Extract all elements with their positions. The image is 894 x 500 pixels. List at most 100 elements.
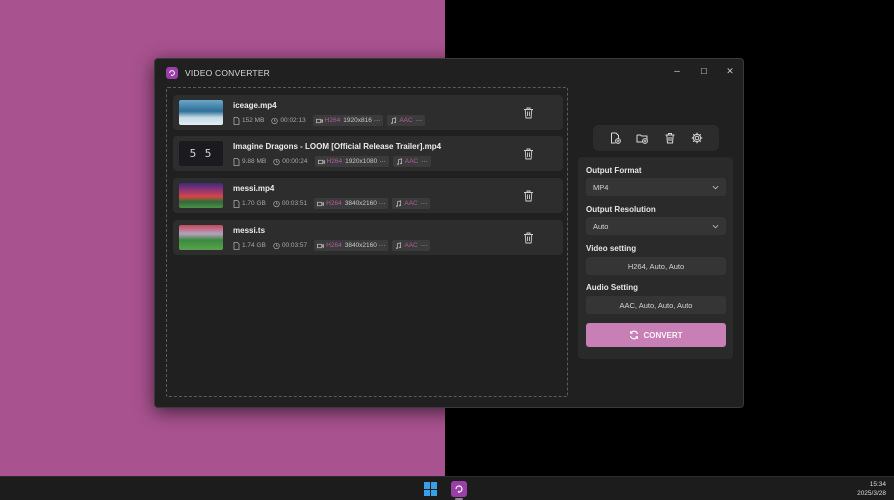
convert-label: CONVERT xyxy=(643,330,683,340)
duration-clock-icon xyxy=(273,200,280,208)
file-list-item[interactable]: iceage.mp4 152 MB 00:02:13 H264 1920x816… xyxy=(173,95,563,130)
more-icon: ··· xyxy=(378,242,386,249)
file-size: 1.74 GB xyxy=(242,242,266,249)
clear-list-icon xyxy=(665,133,675,144)
audio-setting-label: Audio Setting xyxy=(586,283,638,292)
video-thumbnail xyxy=(179,100,223,125)
video-thumbnail xyxy=(179,183,223,208)
video-stream-chip[interactable]: H264 1920x1080 ··· xyxy=(314,156,389,167)
output-resolution-value: Auto xyxy=(593,221,609,231)
file-duration: 00:02:13 xyxy=(280,117,306,124)
duration-clock-icon xyxy=(273,242,280,250)
video-camera-icon xyxy=(317,158,325,166)
video-resolution: 3840x2160 xyxy=(344,242,377,249)
chevron-down-icon xyxy=(712,224,719,228)
settings-gear-icon xyxy=(692,132,703,144)
delete-file-button[interactable] xyxy=(523,189,535,202)
file-size: 152 MB xyxy=(242,117,265,124)
delete-file-button[interactable] xyxy=(523,106,535,119)
settings-button[interactable] xyxy=(689,130,705,146)
app-logo-icon xyxy=(166,67,178,79)
app-window: VIDEO CONVERTER – ☐ ✕ iceage.mp4 152 MB … xyxy=(154,58,744,408)
music-note-icon xyxy=(396,157,403,166)
minimize-button[interactable]: – xyxy=(664,62,690,80)
convert-refresh-icon xyxy=(630,330,639,340)
video-setting-button[interactable]: H264, Auto, Auto xyxy=(586,257,726,275)
audio-stream-chip[interactable]: AAC ··· xyxy=(387,115,426,126)
file-drop-zone[interactable]: iceage.mp4 152 MB 00:02:13 H264 1920x816… xyxy=(166,87,568,397)
trash-icon xyxy=(524,232,533,244)
more-icon: ··· xyxy=(420,242,428,249)
video-codec: H264 xyxy=(326,242,342,249)
clear-list-button[interactable] xyxy=(662,130,678,146)
audio-codec: AAC xyxy=(399,117,413,124)
video-camera-icon xyxy=(317,242,325,250)
video-camera-icon xyxy=(315,117,323,125)
output-format-label: Output Format xyxy=(586,166,642,175)
video-thumbnail xyxy=(179,225,223,250)
video-stream-chip[interactable]: H264 3840x2160 ··· xyxy=(314,240,389,251)
title-bar[interactable]: VIDEO CONVERTER – ☐ ✕ xyxy=(155,59,743,87)
chevron-down-icon xyxy=(712,185,719,189)
video-stream-chip[interactable]: H264 1920x816 ··· xyxy=(312,115,384,126)
trash-icon xyxy=(524,148,533,160)
file-meta: 152 MB 00:02:13 H264 1920x816 ··· AAC ··… xyxy=(233,115,429,126)
convert-button[interactable]: CONVERT xyxy=(586,323,726,347)
taskbar: 15:34 2025/3/28 xyxy=(0,476,894,500)
video-codec: H264 xyxy=(324,117,341,124)
output-resolution-label: Output Resolution xyxy=(586,205,656,214)
audio-stream-chip[interactable]: AAC ··· xyxy=(392,156,431,167)
file-name: messi.ts xyxy=(233,226,266,235)
file-list-item[interactable]: messi.mp4 1.70 GB 00:03:51 H264 3840x216… xyxy=(173,178,563,213)
file-size-icon xyxy=(233,241,240,250)
clock-date: 2025/3/28 xyxy=(857,490,886,497)
video-resolution: 3840x2160 xyxy=(344,200,377,207)
music-note-icon xyxy=(395,199,402,208)
more-icon: ··· xyxy=(415,117,423,124)
close-button[interactable]: ✕ xyxy=(717,62,743,80)
video-stream-chip[interactable]: H264 3840x2160 ··· xyxy=(314,198,389,209)
duration-clock-icon xyxy=(271,117,279,125)
file-name: messi.mp4 xyxy=(233,184,275,193)
file-list-item[interactable]: messi.ts 1.74 GB 00:03:57 H264 3840x2160… xyxy=(173,220,563,255)
add-folder-icon xyxy=(636,134,649,144)
delete-file-button[interactable] xyxy=(523,231,535,244)
app-title: VIDEO CONVERTER xyxy=(185,68,271,78)
audio-stream-chip[interactable]: AAC ··· xyxy=(392,240,431,251)
system-clock[interactable]: 15:34 2025/3/28 xyxy=(857,480,886,498)
file-size-icon xyxy=(233,116,240,125)
video-camera-icon xyxy=(317,200,325,208)
output-resolution-select[interactable]: Auto xyxy=(586,217,726,235)
add-file-button[interactable] xyxy=(607,130,623,146)
video-thumbnail: 5 5 xyxy=(179,141,223,166)
file-size: 1.70 GB xyxy=(242,200,266,207)
windows-start-icon[interactable] xyxy=(424,482,438,496)
file-list-item[interactable]: 5 5 Imagine Dragons - LOOM [Official Rel… xyxy=(173,136,563,171)
clock-time: 15:34 xyxy=(869,481,886,488)
add-folder-button[interactable] xyxy=(634,130,650,146)
settings-panel: Output Format MP4 Output Resolution Auto… xyxy=(578,157,733,359)
file-size: 9.88 MB xyxy=(242,158,267,165)
trash-icon xyxy=(524,107,533,119)
file-duration: 00:00:24 xyxy=(282,158,308,165)
audio-stream-chip[interactable]: AAC ··· xyxy=(392,198,431,209)
delete-file-button[interactable] xyxy=(523,147,535,160)
output-format-value: MP4 xyxy=(593,182,609,192)
file-name: Imagine Dragons - LOOM [Official Release… xyxy=(233,142,442,151)
file-name: iceage.mp4 xyxy=(233,101,277,110)
trash-icon xyxy=(524,190,533,202)
more-icon: ··· xyxy=(373,117,381,124)
video-resolution: 1920x816 xyxy=(343,117,372,124)
maximize-button[interactable]: ☐ xyxy=(691,62,717,80)
audio-setting-button[interactable]: AAC, Auto, Auto, Auto xyxy=(586,296,726,314)
file-meta: 1.70 GB 00:03:51 H264 3840x2160 ··· AAC … xyxy=(233,198,434,209)
more-icon: ··· xyxy=(378,200,386,207)
taskbar-video-converter-icon[interactable] xyxy=(451,481,467,497)
more-icon: ··· xyxy=(421,158,428,165)
toolbar xyxy=(593,125,719,151)
file-meta: 1.74 GB 00:03:57 H264 3840x2160 ··· AAC … xyxy=(233,240,434,251)
duration-clock-icon xyxy=(273,158,280,166)
file-size-icon xyxy=(233,199,240,208)
output-format-select[interactable]: MP4 xyxy=(586,178,726,196)
add-file-icon xyxy=(610,132,621,144)
